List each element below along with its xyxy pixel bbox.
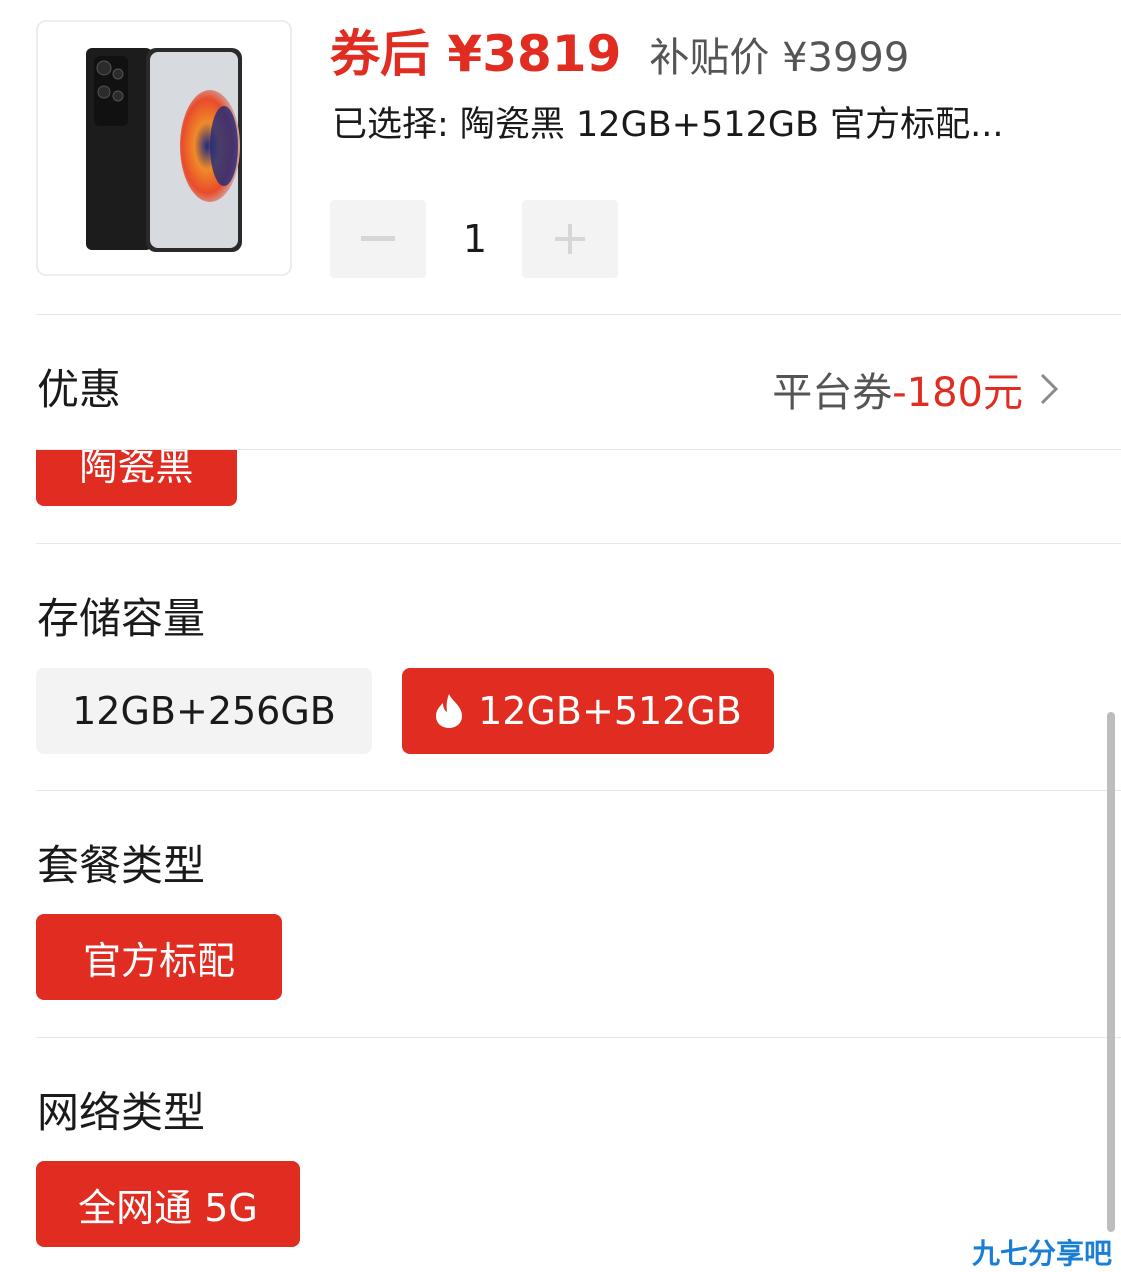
chevron-right-icon bbox=[1040, 373, 1059, 405]
storage-option-512-label: 12GB+512GB bbox=[478, 689, 742, 733]
subsidy-price: 补贴价 ¥3999 bbox=[649, 35, 910, 81]
platform-coupon-label: 平台券 bbox=[772, 370, 893, 416]
package-option-official[interactable]: 官方标配 bbox=[36, 914, 282, 1000]
discount-title: 优惠 bbox=[37, 365, 122, 414]
product-thumbnail[interactable] bbox=[36, 20, 292, 276]
quantity-increase-button[interactable] bbox=[522, 200, 618, 278]
discount-selector[interactable]: 平台券 -180元 bbox=[772, 360, 1061, 418]
plus-icon bbox=[555, 224, 585, 254]
scrollbar[interactable] bbox=[1107, 712, 1115, 1232]
minus-icon bbox=[361, 236, 395, 241]
network-option-5g[interactable]: 全网通 5G bbox=[36, 1161, 300, 1247]
storage-option-512[interactable]: 12GB+512GB bbox=[402, 668, 774, 754]
storage-title: 存储容量 bbox=[37, 594, 206, 643]
divider bbox=[36, 1037, 1121, 1038]
storage-option-256[interactable]: 12GB+256GB bbox=[36, 668, 372, 754]
price-line: 券后 ¥3819 补贴价 ¥3999 bbox=[330, 14, 909, 83]
flame-icon bbox=[436, 694, 463, 728]
color-option-clip: 陶瓷黑 bbox=[36, 450, 237, 507]
phone-product-image bbox=[86, 48, 242, 252]
selected-spec-summary: 已选择: 陶瓷黑 12GB+512GB 官方标配... bbox=[332, 105, 1004, 145]
quantity-value[interactable]: 1 bbox=[440, 200, 510, 278]
network-title: 网络类型 bbox=[37, 1088, 206, 1137]
coupon-amount: -180元 bbox=[892, 370, 1023, 416]
color-option-ceramic-black[interactable]: 陶瓷黑 bbox=[36, 450, 237, 506]
watermark-text: 九七分享吧 bbox=[972, 1237, 1113, 1270]
package-title: 套餐类型 bbox=[37, 841, 206, 890]
coupon-price: 券后 ¥3819 bbox=[330, 25, 622, 83]
divider bbox=[36, 790, 1121, 791]
divider bbox=[36, 543, 1121, 544]
divider bbox=[36, 314, 1121, 315]
quantity-decrease-button[interactable] bbox=[330, 200, 426, 278]
